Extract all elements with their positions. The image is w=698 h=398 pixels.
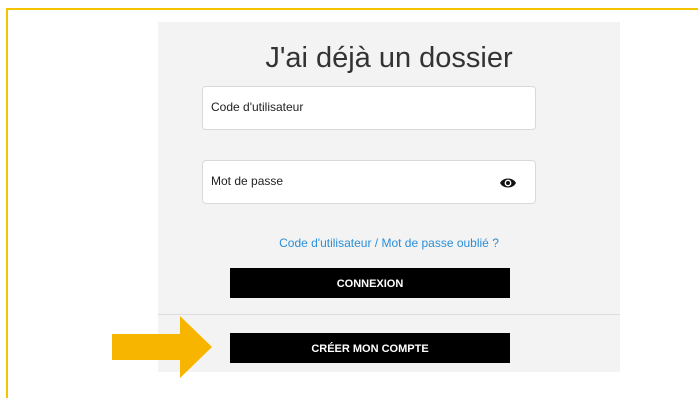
eye-icon[interactable] (499, 175, 517, 191)
login-title: J'ai déjà un dossier (265, 42, 513, 74)
username-field[interactable]: Code d'utilisateur (202, 86, 536, 130)
create-account-button[interactable]: CRÉER MON COMPTE (230, 333, 510, 363)
connect-button[interactable]: CONNEXION (230, 268, 510, 298)
frame-border-top (6, 8, 698, 10)
password-label: Mot de passe (211, 174, 284, 188)
login-panel: J'ai déjà un dossier Code d'utilisateur … (158, 22, 620, 372)
divider (158, 314, 620, 315)
forgot-credentials-link[interactable]: Code d'utilisateur / Mot de passe oublié… (158, 236, 620, 250)
arrow-right-icon (112, 316, 212, 378)
username-label: Code d'utilisateur (211, 100, 304, 114)
frame-border-left (6, 8, 8, 398)
password-field[interactable]: Mot de passe (202, 160, 536, 204)
